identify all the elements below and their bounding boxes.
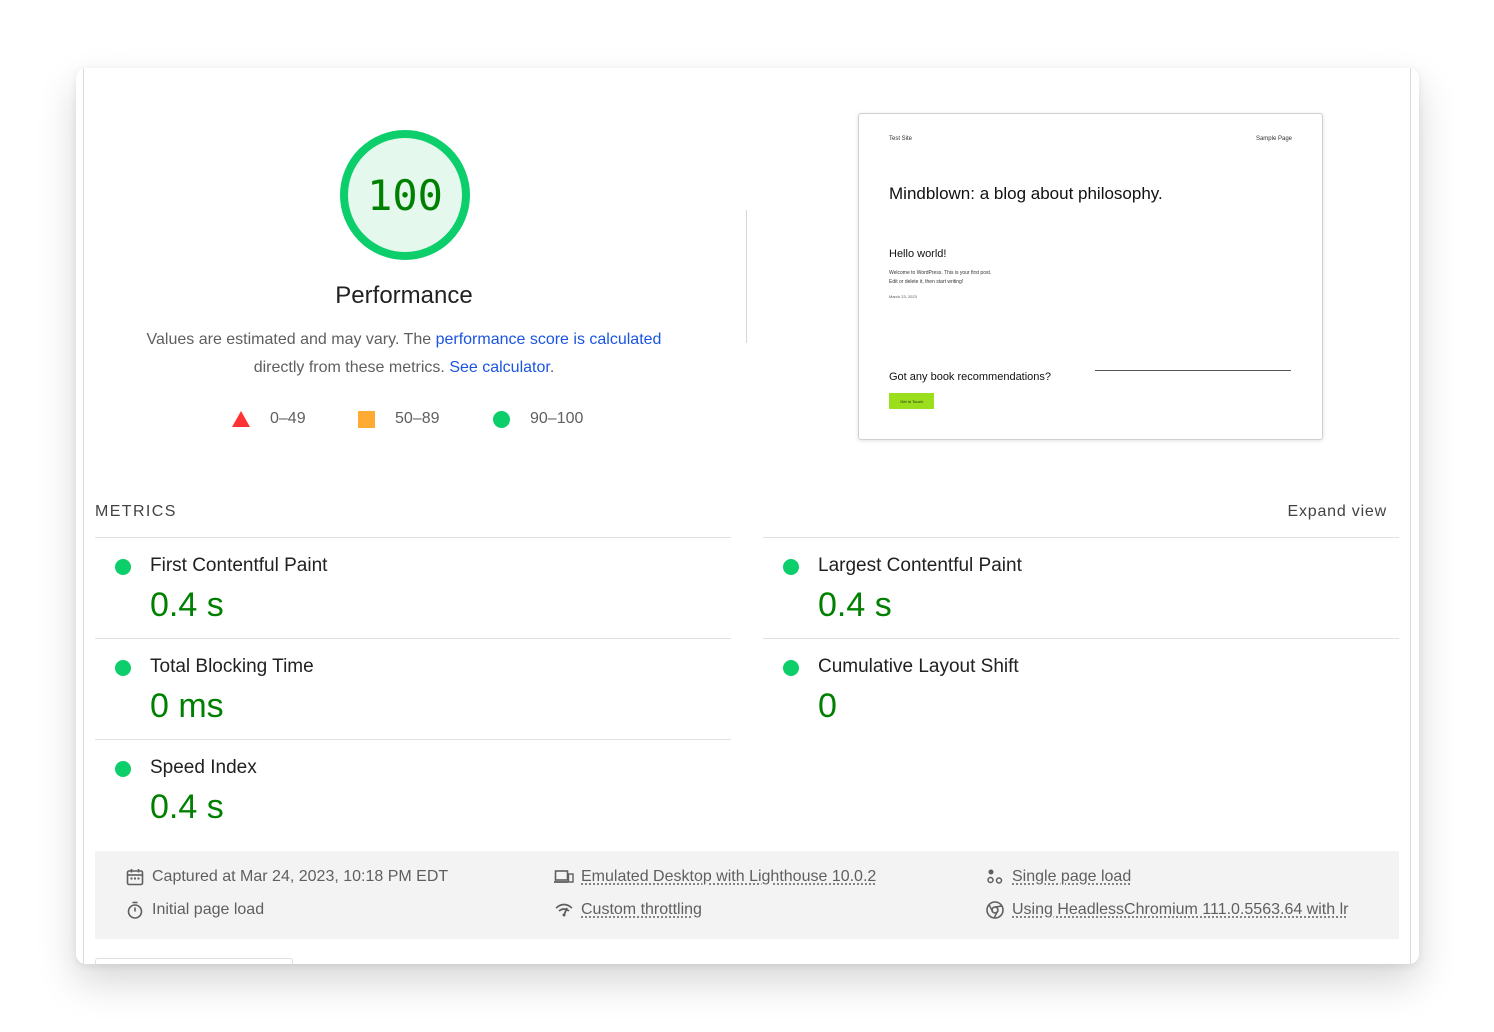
devices-icon <box>554 867 574 887</box>
pass-dot-icon <box>115 660 131 676</box>
legend-range: 50–89 <box>395 410 440 427</box>
thumb-post-line-2: Edit or delete it, then start writing! <box>889 279 964 285</box>
metric-largest-contentful-paint: Largest Contentful Paint 0.4 s <box>763 538 1398 638</box>
page-load-icon <box>985 867 1005 887</box>
legend-range: 90–100 <box>530 410 584 427</box>
gauge-score: 100 <box>367 170 443 220</box>
expand-view-button[interactable]: Expand view <box>1287 503 1387 521</box>
card-edge-left <box>83 68 84 964</box>
square-icon <box>358 410 375 428</box>
score-calculated-link[interactable]: performance score is calculated <box>436 331 662 348</box>
custom-throttling-text[interactable]: Custom throttling <box>581 901 702 919</box>
metric-label: Cumulative Layout Shift <box>818 656 1019 677</box>
metric-value: 0 <box>818 687 837 725</box>
emulated-device[interactable]: Emulated Desktop with Lighthouse 10.0.2 <box>554 867 876 887</box>
legend-range: 0–49 <box>270 410 306 427</box>
metric-value: 0.4 s <box>150 788 224 826</box>
see-calculator-link[interactable]: See calculator <box>449 359 550 376</box>
thumb-nav-link: Sample Page <box>1255 136 1292 142</box>
metric-value: 0.4 s <box>150 586 224 624</box>
chrome-icon <box>985 900 1005 920</box>
gauge-desc-text-3: . <box>549 359 555 376</box>
single-page-load-text[interactable]: Single page load <box>1012 868 1131 886</box>
thumb-separator <box>1095 370 1291 371</box>
browser-info-text[interactable]: Using HeadlessChromium 111.0.5563.64 wit… <box>1012 901 1348 919</box>
triangle-icon <box>232 411 250 427</box>
metric-label: Speed Index <box>150 757 257 778</box>
metric-cumulative-layout-shift: Cumulative Layout Shift 0 <box>763 639 1398 739</box>
thumb-cta-text: Got any book recommendations? <box>889 371 1052 383</box>
custom-throttling[interactable]: Custom throttling <box>554 900 702 920</box>
thumb-post-line-1: Welcome to WordPress. This is your first… <box>889 270 992 276</box>
circle-icon <box>493 410 510 428</box>
pass-dot-icon <box>783 660 799 676</box>
metric-speed-index: Speed Index 0.4 s <box>95 740 730 840</box>
gauge-description: Values are estimated and may vary. The p… <box>116 326 692 382</box>
thumb-post-title: Hello world! <box>889 248 947 260</box>
calendar-icon <box>125 867 145 887</box>
pass-dot-icon <box>783 559 799 575</box>
network-throttle-icon <box>554 900 574 920</box>
metric-total-blocking-time: Total Blocking Time 0 ms <box>95 639 730 739</box>
metric-value: 0 ms <box>150 687 224 725</box>
pass-dot-icon <box>115 761 131 777</box>
metric-first-contentful-paint: First Contentful Paint 0.4 s <box>95 538 730 638</box>
initial-page-load: Initial page load <box>125 900 264 920</box>
legend-item-fail: 0–49 <box>232 410 306 428</box>
final-screenshot[interactable]: Test Site Sample Page Mindblown: a blog … <box>858 113 1323 440</box>
legend-item-average: 50–89 <box>358 410 440 428</box>
single-page-load[interactable]: Single page load <box>985 867 1131 887</box>
gauge-desc-text-1: Values are estimated and may vary. The <box>146 331 436 348</box>
runtime-settings: Captured at Mar 24, 2023, 10:18 PM EDT I… <box>95 851 1399 939</box>
emulated-device-text[interactable]: Emulated Desktop with Lighthouse 10.0.2 <box>581 868 876 886</box>
score-legend: 0–49 50–89 90–100 <box>76 410 776 430</box>
metrics-title: METRICS <box>95 503 177 520</box>
metric-label: Largest Contentful Paint <box>818 555 1022 576</box>
captured-at: Captured at Mar 24, 2023, 10:18 PM EDT <box>125 867 448 887</box>
gauge-title: Performance <box>335 282 473 309</box>
stopwatch-icon <box>125 900 145 920</box>
thumb-post-date: March 23, 2023 <box>889 294 917 299</box>
legend-item-pass: 90–100 <box>493 410 583 428</box>
thumb-heading: Mindblown: a blog about philosophy. <box>889 184 1163 203</box>
lighthouse-report-card: 100 Performance Values are estimated and… <box>76 68 1419 964</box>
view-treemap-button[interactable] <box>95 958 293 964</box>
gauge-desc-text-2: directly from these metrics. <box>253 359 450 376</box>
metric-value: 0.4 s <box>818 586 892 624</box>
browser-info[interactable]: Using HeadlessChromium 111.0.5563.64 wit… <box>985 900 1369 920</box>
captured-at-text: Captured at Mar 24, 2023, 10:18 PM EDT <box>152 868 449 885</box>
performance-gauge[interactable]: 100 <box>338 128 472 262</box>
metric-label: Total Blocking Time <box>150 656 314 677</box>
thumb-cta-button: Get In Touch <box>889 393 934 409</box>
card-edge-right <box>1410 68 1411 964</box>
pass-dot-icon <box>115 559 131 575</box>
metric-label: First Contentful Paint <box>150 555 328 576</box>
thumb-site-title: Test Site <box>889 136 913 142</box>
vertical-divider <box>746 210 747 343</box>
initial-page-load-text: Initial page load <box>152 901 265 918</box>
